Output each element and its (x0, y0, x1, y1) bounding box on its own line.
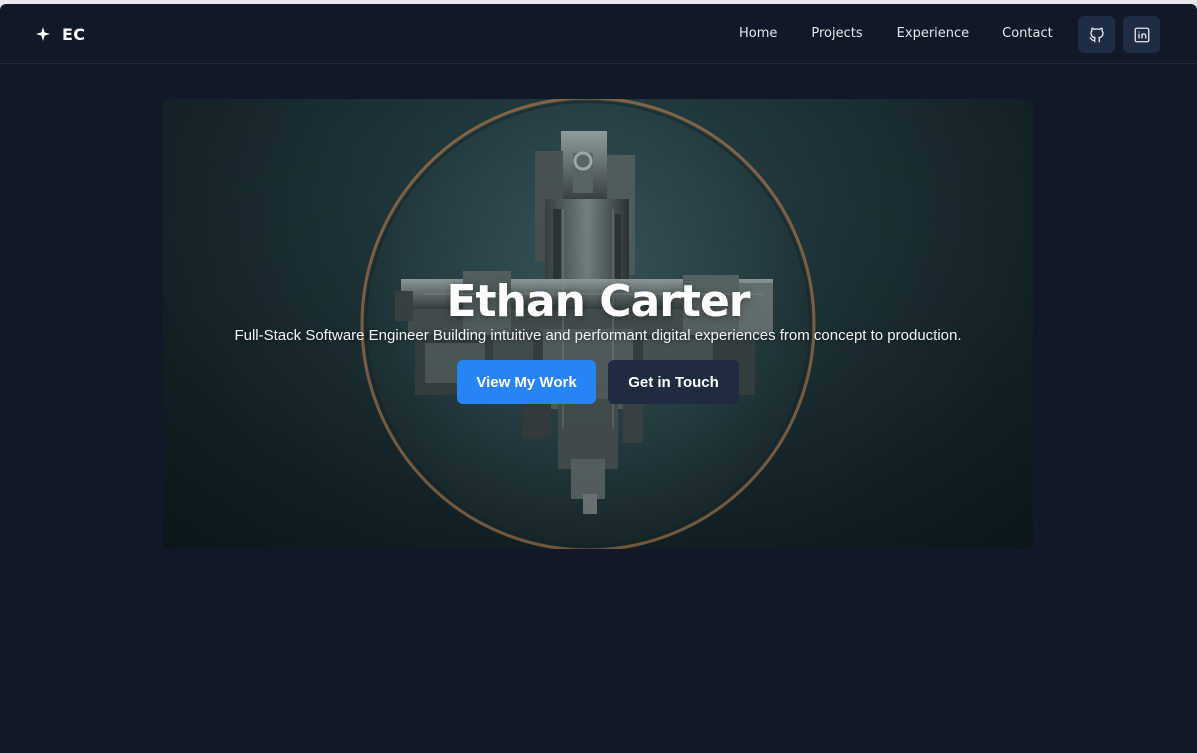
linkedin-button[interactable] (1123, 16, 1160, 53)
github-icon (1089, 27, 1104, 42)
hero-section: Ethan Carter Full-Stack Software Enginee… (163, 99, 1033, 549)
nav-link-projects[interactable]: Projects (811, 24, 862, 44)
navbar: EC Home Projects Experience Contact (0, 4, 1197, 64)
hero-subtitle: Full-Stack Software Engineer Building in… (234, 327, 962, 344)
browser-window: EC Home Projects Experience Contact Etha… (0, 4, 1197, 753)
nav-link-home[interactable]: Home (739, 24, 777, 44)
brand-logo[interactable]: EC (36, 22, 85, 46)
nav-menu: Home Projects Experience Contact (720, 24, 1053, 44)
view-my-work-button[interactable]: View My Work (457, 360, 596, 404)
github-button[interactable] (1078, 16, 1115, 53)
get-in-touch-button[interactable]: Get in Touch (608, 360, 739, 404)
brand-initials: EC (62, 24, 86, 44)
hero-actions: View My Work Get in Touch (457, 360, 739, 404)
nav-link-experience[interactable]: Experience (897, 24, 970, 44)
hero-title: Ethan Carter (446, 276, 750, 328)
sparkle-icon (36, 27, 50, 41)
linkedin-icon (1134, 27, 1149, 42)
nav-link-contact[interactable]: Contact (1002, 24, 1053, 44)
